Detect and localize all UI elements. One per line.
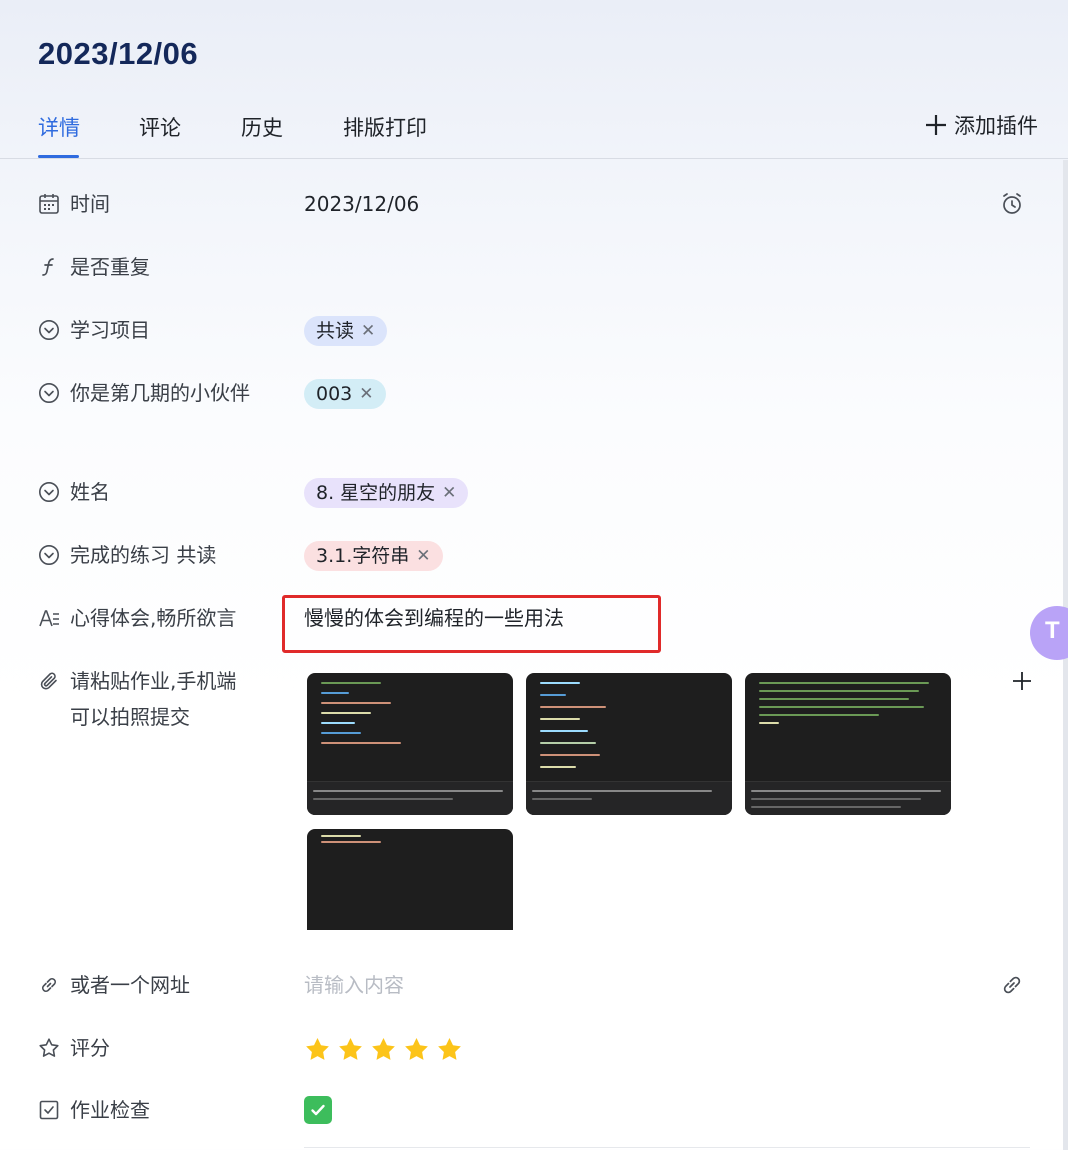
alarm-clock-icon[interactable] [1000,192,1024,216]
active-tab-indicator [38,155,79,158]
time-value[interactable]: 2023/12/06 [304,186,419,222]
link-icon[interactable] [1000,973,1024,997]
field-label-name: 姓名 [70,480,110,504]
highlight-box [282,595,661,653]
field-label-time: 时间 [70,192,110,216]
field-label-exercise: 完成的练习 共读 [70,543,217,567]
tab-details[interactable]: 详情 [38,112,80,142]
field-label-repeat: 是否重复 [70,255,150,279]
divider [304,1147,1030,1148]
option-tag[interactable]: 003 ✕ [304,379,386,409]
rating-star-icon[interactable] [403,1036,430,1063]
add-plugin-label: 添加插件 [954,114,1038,138]
attachment-thumbnail[interactable] [307,829,513,930]
attachment-thumbnail[interactable] [307,673,513,815]
checkmark-icon [311,1104,325,1116]
repeat-value[interactable] [304,249,904,285]
homework-checked-checkbox[interactable] [304,1096,332,1124]
chevron-circle-icon [38,375,60,411]
add-plugin-button[interactable]: 添加插件 [924,110,1038,140]
chevron-circle-icon [38,474,60,510]
remove-tag-icon[interactable]: ✕ [361,313,375,349]
tab-bar: 详情 评论 历史 排版打印 添加插件 [0,98,1068,159]
chevron-circle-icon [38,312,60,348]
option-tag[interactable]: 3.1.字符串 ✕ [304,541,443,571]
tab-print-layout[interactable]: 排版打印 [343,112,427,142]
tab-history[interactable]: 历史 [241,112,283,142]
field-label-project: 学习项目 [70,318,150,342]
chevron-circle-icon [38,537,60,573]
plus-icon [926,115,946,135]
option-tag[interactable]: 8. 星空的朋友 ✕ [304,475,469,511]
text-icon [38,600,60,636]
rating-star-icon[interactable] [436,1036,463,1063]
calendar-icon [38,186,60,222]
star-outline-icon [38,1030,60,1066]
paperclip-icon [38,663,60,699]
star-rating[interactable] [304,1030,463,1063]
field-label-check: 作业检查 [70,1098,150,1122]
field-label-reflection: 心得体会,畅所欲言 [70,606,237,630]
attachment-thumbnail[interactable] [745,673,951,815]
formula-icon [38,249,60,285]
remove-tag-icon[interactable]: ✕ [442,475,456,511]
checkbox-icon [38,1092,60,1128]
rating-star-icon[interactable] [337,1036,364,1063]
tab-comments[interactable]: 评论 [139,112,181,142]
link-icon [38,967,60,1003]
plus-icon[interactable] [1010,669,1034,693]
floating-assistant-button[interactable]: T [1030,606,1068,660]
option-tag[interactable]: 共读 ✕ [304,313,388,349]
attachment-thumbnail[interactable] [526,673,732,815]
field-label-rating: 评分 [70,1036,110,1060]
rating-star-icon[interactable] [370,1036,397,1063]
remove-tag-icon[interactable]: ✕ [416,538,430,574]
page-title: 2023/12/06 [38,36,199,71]
field-label-period: 你是第几期的小伙伴 [70,381,250,405]
remove-tag-icon[interactable]: ✕ [359,376,373,412]
rating-star-icon[interactable] [304,1036,331,1063]
url-input[interactable]: 请输入内容 [304,967,404,1003]
field-label-url: 或者一个网址 [70,973,190,997]
field-label-homework: 请粘贴作业,手机端可以拍照提交 [70,669,237,729]
